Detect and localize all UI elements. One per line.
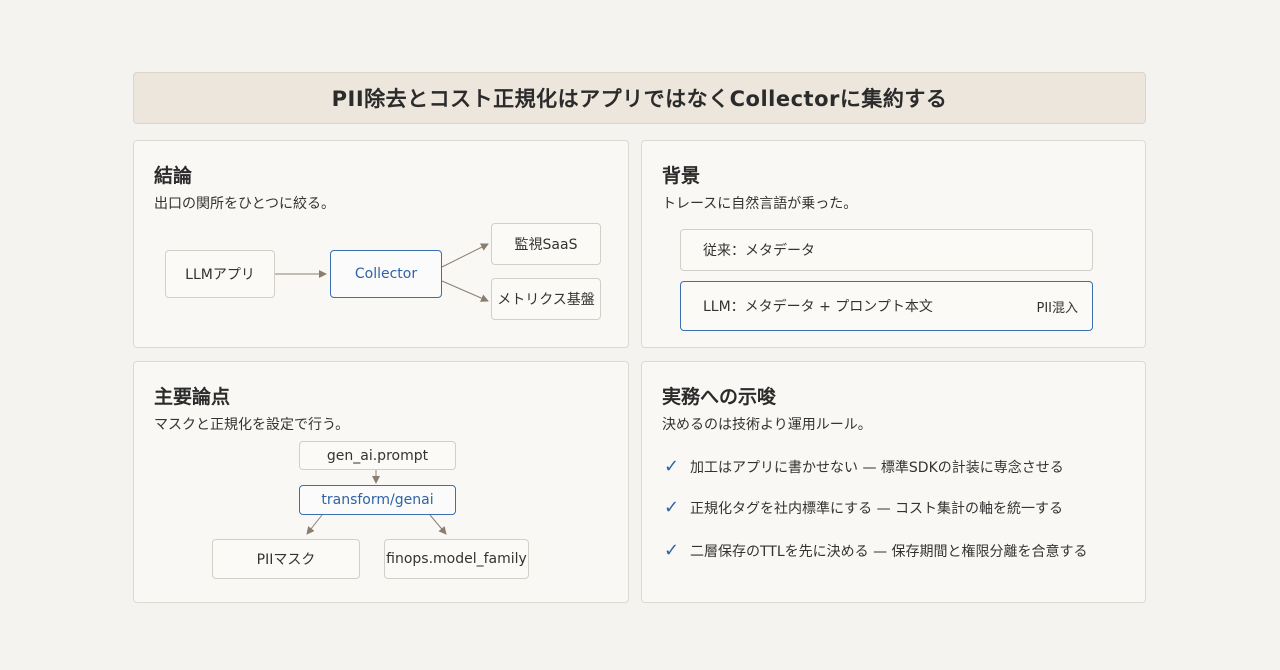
implications-heading: 実務への示唆 [662,386,777,408]
implications-subtitle: 決めるのは技術より運用ルール。 [662,417,872,433]
implication-text: 正規化タグを社内標準にする — コスト集計の軸を統一する [690,500,1064,517]
checkmark-icon: ✓ [664,540,680,561]
gen-ai-prompt-node: gen_ai.prompt [299,441,456,470]
arrow-collector-to-metrics [441,280,489,302]
background-heading: 背景 [662,165,701,187]
background-row-label: LLM：メタデータ + プロンプト本文 [703,299,933,315]
metrics-platform-node: メトリクス基盤 [491,278,601,320]
arrow-transform-to-finops [429,514,447,535]
implication-text: 加工はアプリに書かせない — 標準SDKの計装に専念させる [690,459,1064,476]
pii-mask-node: PIIマスク [212,539,360,579]
background-row-llm: LLM：メタデータ + プロンプト本文 PII混入 [680,281,1093,331]
checkmark-icon: ✓ [664,497,680,518]
finops-model-family-node: finops.model_family [384,539,529,579]
monitoring-saas-node: 監視SaaS [491,223,601,265]
page-title: PII除去とコスト正規化はアプリではなくCollectorに集約する [133,72,1146,124]
background-row-legacy: 従来：メタデータ [680,229,1093,271]
implication-text: 二層保存のTTLを先に決める — 保存期間と権限分離を合意する [690,543,1088,560]
background-row-label: 従来：メタデータ [703,243,815,259]
implications-panel: 実務への示唆 決めるのは技術より運用ルール。 ✓ 加工はアプリに書かせない — … [641,361,1146,603]
background-subtitle: トレースに自然言語が乗った。 [662,196,858,212]
checkmark-icon: ✓ [664,456,680,477]
arrow-collector-to-saas [441,243,489,268]
implication-item: ✓ 加工はアプリに書かせない — 標準SDKの計装に専念させる [664,456,1064,477]
implication-item: ✓ 正規化タグを社内標準にする — コスト集計の軸を統一する [664,497,1063,518]
transform-genai-node: transform/genai [299,485,456,515]
points-arrows [306,470,447,535]
llm-app-node: LLMアプリ [165,250,275,298]
collector-node: Collector [330,250,442,298]
background-panel: 背景 トレースに自然言語が乗った。 従来：メタデータ LLM：メタデータ + プ… [641,140,1146,348]
conclusion-panel: 結論 出口の関所をひとつに絞る。 LLMアプリ Collector 監視SaaS… [133,140,629,348]
implication-item: ✓ 二層保存のTTLを先に決める — 保存期間と権限分離を合意する [664,540,1088,561]
arrow-transform-to-pii [306,514,323,535]
points-panel: 主要論点 マスクと正規化を設定で行う。 gen_ai.prompt transf… [133,361,629,603]
pii-tag: PII混入 [1036,300,1078,316]
